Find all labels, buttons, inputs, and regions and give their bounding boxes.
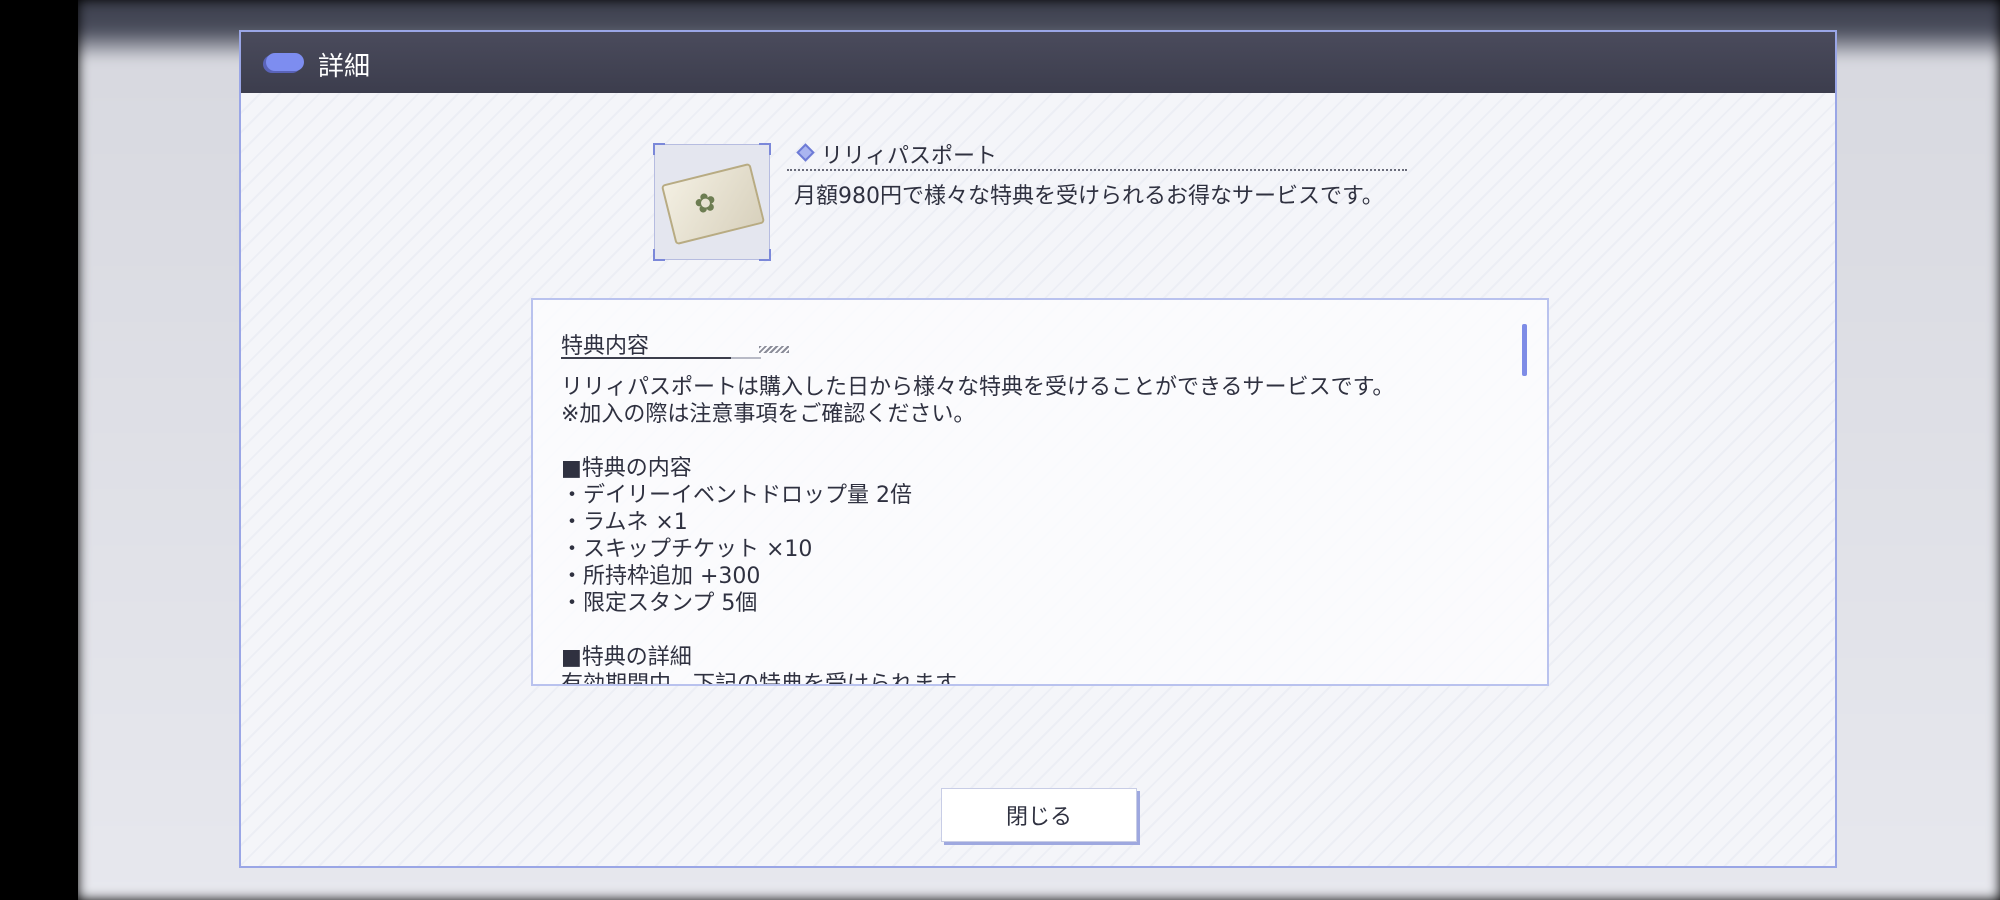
benefit-line: ・限定スタンプ 5個 <box>561 591 758 616</box>
corner-decoration <box>759 143 771 155</box>
benefit-line: ・デイリーイベントドロップ量 2倍 <box>561 483 912 508</box>
passport-ticket-icon: ✿ <box>660 162 766 246</box>
hatch-decoration <box>759 346 789 353</box>
benefit-line: 有効期間中、下記の特典を受けられます。 <box>561 672 977 686</box>
modal-title: 詳細 <box>318 52 371 82</box>
benefits-text: リリィパスポートは購入した日から様々な特典を受けることができるサービスです。 ※… <box>561 374 1511 686</box>
item-description: 月額980円で様々な特典を受けられるお得なサービスです。 <box>794 184 1384 209</box>
left-letterbox <box>0 0 78 900</box>
benefit-line: ・スキップチケット ×10 <box>561 537 813 562</box>
lily-flower-icon: ✿ <box>691 186 720 221</box>
section-underline <box>561 357 731 359</box>
item-name: リリィパスポート <box>821 144 998 169</box>
corner-decoration <box>653 143 665 155</box>
benefit-line: ■特典の詳細 <box>561 645 692 670</box>
detail-modal: 詳細 ✿ リリィパスポート 月額980円で様々な特典を受けられるお得なサービスで… <box>239 30 1837 868</box>
benefit-line: ・所持枠追加 +300 <box>561 564 761 589</box>
diamond-icon <box>796 143 815 162</box>
benefits-section-title: 特典内容 <box>561 334 650 359</box>
header-pill-icon <box>266 53 304 71</box>
benefit-line <box>561 617 1511 644</box>
dotted-divider <box>787 169 1407 171</box>
modal-header: 詳細 <box>241 32 1835 93</box>
corner-decoration <box>759 249 771 261</box>
benefit-line <box>561 428 1511 455</box>
close-button[interactable]: 閉じる <box>941 788 1137 842</box>
section-underline-accent <box>731 357 761 359</box>
item-thumbnail: ✿ <box>653 143 771 261</box>
benefit-line: ・ラムネ ×1 <box>561 510 688 535</box>
benefits-scroll-box[interactable]: 特典内容 リリィパスポートは購入した日から様々な特典を受けることができるサービス… <box>531 298 1549 686</box>
benefit-line: リリィパスポートは購入した日から様々な特典を受けることができるサービスです。 <box>561 375 1395 400</box>
scrollbar-thumb[interactable] <box>1522 324 1527 376</box>
corner-decoration <box>653 249 665 261</box>
benefit-line: ※加入の際は注意事項をご確認ください。 <box>561 402 976 427</box>
benefit-line: ■特典の内容 <box>561 456 692 481</box>
